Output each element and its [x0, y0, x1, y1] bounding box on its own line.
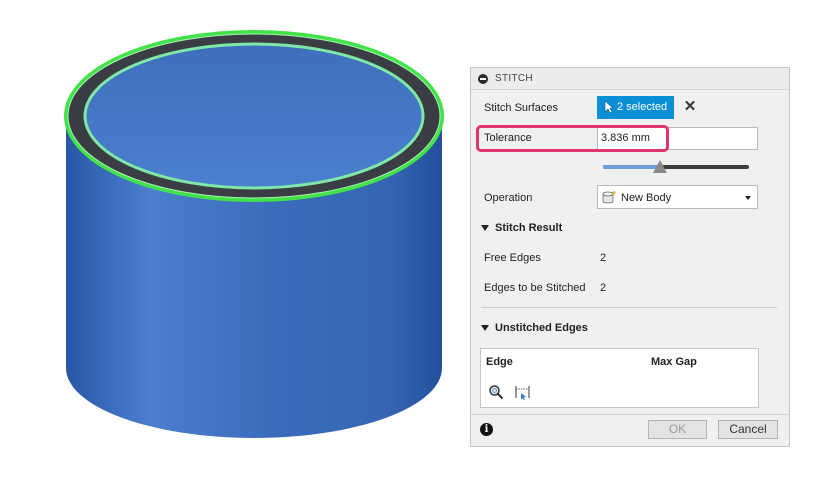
pointer-icon: [604, 100, 614, 117]
edges-to-be-stitched-value: 2: [600, 282, 607, 294]
column-header-max-gap: Max Gap: [651, 356, 697, 368]
zoom-to-edge-icon[interactable]: [488, 384, 504, 403]
unstitched-edges-heading: Unstitched Edges: [495, 322, 588, 334]
operation-dropdown[interactable]: New Body: [597, 185, 758, 209]
stitch-result-section-header[interactable]: Stitch Result: [481, 222, 562, 234]
clear-selection-icon[interactable]: ✕: [683, 99, 697, 115]
footer-divider: [471, 414, 789, 415]
chevron-down-icon: [745, 196, 751, 200]
collapse-triangle-icon: [481, 225, 489, 232]
edge-gap-icon[interactable]: [514, 384, 532, 403]
stitch-surfaces-selection-count: 2 selected: [617, 101, 668, 113]
unstitched-edges-table: Edge Max Gap: [480, 348, 759, 408]
info-icon[interactable]: i: [480, 423, 493, 436]
column-header-edge: Edge: [486, 356, 513, 368]
dialog-title: STITCH: [495, 73, 533, 84]
ok-button[interactable]: OK: [648, 420, 707, 439]
3d-viewport[interactable]: [0, 0, 470, 500]
stitch-dialog: STITCH Stitch Surfaces 2 selected ✕ Tole…: [470, 67, 790, 447]
dialog-header[interactable]: STITCH: [471, 68, 789, 90]
operation-selected-value: New Body: [621, 192, 672, 204]
cylinder-inner-face: [86, 45, 422, 187]
tolerance-slider-fill: [603, 165, 660, 169]
cylinder-model[interactable]: [0, 0, 470, 500]
tolerance-highlight-annotation: [476, 125, 669, 152]
collapse-triangle-icon: [481, 325, 489, 332]
tolerance-slider[interactable]: [603, 165, 749, 169]
free-edges-value: 2: [600, 252, 607, 264]
edges-to-be-stitched-label: Edges to be Stitched: [484, 282, 586, 294]
collapse-icon[interactable]: [478, 74, 488, 84]
stitch-result-heading: Stitch Result: [495, 222, 563, 234]
operation-label: Operation: [484, 192, 533, 204]
section-divider: [481, 307, 777, 308]
stitch-surfaces-select-button[interactable]: 2 selected: [597, 96, 674, 119]
free-edges-label: Free Edges: [484, 252, 541, 264]
cancel-button[interactable]: Cancel: [718, 420, 778, 439]
unstitched-edges-section-header[interactable]: Unstitched Edges: [481, 322, 588, 334]
tolerance-slider-thumb[interactable]: [652, 160, 667, 173]
new-body-icon: [601, 189, 617, 208]
stitch-surfaces-label: Stitch Surfaces: [484, 102, 558, 114]
